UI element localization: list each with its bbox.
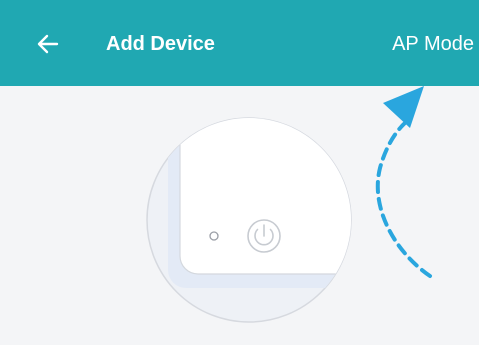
- back-button[interactable]: [26, 24, 70, 64]
- header-bar: Add Device AP Mode: [0, 0, 479, 86]
- add-device-screen: Add Device AP Mode: [0, 0, 479, 345]
- device-body: [168, 118, 351, 288]
- arrow-left-icon: [37, 34, 59, 54]
- device-illustration: [146, 86, 432, 323]
- ap-mode-button[interactable]: AP Mode: [392, 30, 474, 58]
- page-title: Add Device: [106, 33, 215, 55]
- dashed-curved-arrow-icon: [375, 86, 432, 278]
